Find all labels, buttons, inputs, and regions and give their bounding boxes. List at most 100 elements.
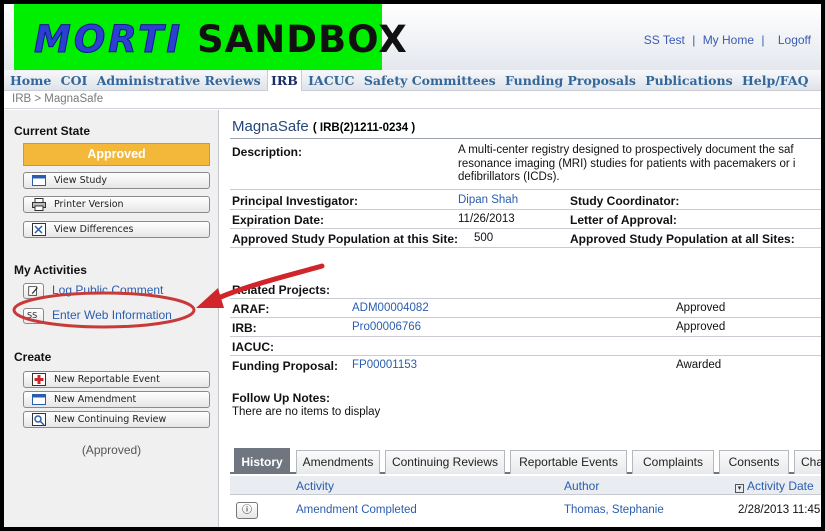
- logo-sandbox: SANDBOX: [197, 18, 408, 61]
- new-reportable-event-label: New Reportable Event: [54, 374, 160, 385]
- column-activity-date[interactable]: ▾ Activity Date: [735, 479, 814, 493]
- logo: MORTI SANDBOX: [14, 4, 407, 70]
- header: MORTI SANDBOX SS Test | My Home | Logoff: [4, 4, 821, 70]
- printer-version-button[interactable]: Printer Version: [23, 196, 210, 213]
- enter-web-information-link[interactable]: SS Enter Web Information: [23, 308, 172, 326]
- my-activities-title: My Activities: [14, 263, 87, 277]
- tab-amendments[interactable]: Amendments: [296, 450, 380, 474]
- log-public-comment-link[interactable]: Log Public Comment: [23, 283, 163, 301]
- nav-funding-proposals[interactable]: Funding Proposals: [502, 70, 639, 88]
- main-content: MagnaSafe ( IRB(2)1211-0234 ) Descriptio…: [222, 110, 821, 527]
- tab-complaints[interactable]: Complaints: [632, 450, 714, 474]
- tab-reportable-events[interactable]: Reportable Events: [510, 450, 627, 474]
- irb-link[interactable]: Pro00006766: [352, 321, 421, 333]
- description-value: A multi-center registry designed to pros…: [458, 144, 796, 183]
- divider: [230, 317, 821, 318]
- window-icon: [32, 175, 46, 186]
- study-coordinator-label: Study Coordinator:: [570, 194, 680, 208]
- pi-link[interactable]: Dipan Shah: [458, 194, 518, 206]
- nav-coi[interactable]: COI: [58, 70, 91, 88]
- create-title: Create: [14, 350, 52, 364]
- status-badge: Approved: [23, 143, 210, 166]
- divider: [230, 228, 821, 229]
- new-reportable-event-button[interactable]: New Reportable Event: [23, 371, 210, 388]
- view-differences-label: View Differences: [54, 224, 134, 235]
- printer-icon: [32, 198, 46, 211]
- current-state-title: Current State: [14, 124, 91, 138]
- irb-label: IRB:: [232, 321, 257, 335]
- nav-publications[interactable]: Publications: [642, 70, 735, 88]
- new-continuing-review-label: New Continuing Review: [54, 414, 167, 425]
- logo-mort: MORTI: [33, 18, 184, 62]
- population-site-value: 500: [474, 232, 494, 244]
- column-activity[interactable]: Activity: [296, 479, 334, 493]
- new-amendment-label: New Amendment: [54, 394, 137, 405]
- sidebar: Current State Approved View Study Printe…: [4, 110, 219, 527]
- divider: [230, 336, 821, 337]
- expiration-value: 11/26/2013: [458, 213, 515, 225]
- top-links: SS Test | My Home | Logoff: [644, 33, 811, 47]
- column-author[interactable]: Author: [564, 479, 599, 493]
- nav-help-faq[interactable]: Help/FAQ: [739, 70, 812, 88]
- nav-administrative-reviews[interactable]: Administrative Reviews: [94, 70, 264, 88]
- main-nav: Home COI Administrative Reviews IRB IACU…: [4, 70, 821, 91]
- breadcrumb[interactable]: IRB > MagnaSafe: [12, 93, 103, 105]
- funding-proposal-status: Awarded: [676, 359, 722, 371]
- followup-title: Follow Up Notes:: [232, 391, 330, 405]
- nav-home[interactable]: Home: [4, 70, 54, 88]
- view-differences-button[interactable]: View Differences: [23, 221, 210, 238]
- araf-link[interactable]: ADM00004082: [352, 302, 429, 314]
- author-link[interactable]: Thomas, Stephanie: [564, 504, 664, 516]
- divider: [230, 189, 821, 190]
- medical-cross-icon: [32, 373, 46, 386]
- new-amendment-button[interactable]: New Amendment: [23, 391, 210, 408]
- funding-proposal-label: Funding Proposal:: [232, 359, 338, 373]
- nav-safety-committees[interactable]: Safety Committees: [361, 70, 499, 88]
- nav-iacuc[interactable]: IACUC: [305, 70, 357, 88]
- study-id: ( IRB(2)1211-0234 ): [312, 122, 416, 134]
- tab-consents[interactable]: Consents: [719, 450, 789, 474]
- differences-icon: [32, 223, 46, 236]
- view-study-button[interactable]: View Study: [23, 172, 210, 189]
- separator: |: [692, 33, 696, 47]
- info-icon[interactable]: ⓘ: [236, 502, 258, 519]
- tab-changes[interactable]: Chang: [794, 450, 821, 474]
- activity-date: 2/28/2013 11:45: [738, 504, 821, 516]
- divider: [230, 209, 821, 210]
- breadcrumb-bar: IRB > MagnaSafe: [4, 91, 821, 109]
- new-continuing-review-button[interactable]: New Continuing Review: [23, 411, 210, 428]
- divider: [230, 138, 821, 139]
- activity-link[interactable]: Amendment Completed: [296, 504, 417, 516]
- pi-label: Principal Investigator:: [232, 194, 359, 208]
- sort-icon: ▾: [735, 484, 744, 493]
- population-all-label: Approved Study Population at all Sites:: [570, 232, 795, 246]
- user-link[interactable]: SS Test: [644, 33, 685, 47]
- followup-empty-text: There are no items to display: [232, 406, 381, 418]
- tab-bar: History Amendments Continuing Reviews Re…: [230, 444, 821, 474]
- iacuc-label: IACUC:: [232, 340, 274, 354]
- window-icon: [32, 394, 46, 405]
- logoff-link[interactable]: Logoff: [778, 33, 811, 47]
- view-study-label: View Study: [54, 175, 107, 186]
- printer-version-label: Printer Version: [54, 199, 124, 210]
- ss-badge-icon: SS: [23, 308, 44, 324]
- sidebar-footer-status: (Approved): [81, 443, 142, 457]
- tab-continuing-reviews[interactable]: Continuing Reviews: [385, 450, 505, 474]
- divider: [230, 355, 821, 356]
- column-activity-date-label: Activity Date: [747, 479, 814, 493]
- irb-status: Approved: [676, 321, 726, 333]
- funding-proposal-link[interactable]: FP00001153: [352, 359, 417, 371]
- enter-web-information-label: Enter Web Information: [52, 308, 172, 323]
- expiration-label: Expiration Date:: [232, 213, 325, 227]
- history-table-header: Activity Author ▾ Activity Date: [230, 476, 821, 495]
- study-name: MagnaSafe: [232, 118, 309, 135]
- app-window: MORTI SANDBOX SS Test | My Home | Logoff…: [4, 4, 821, 527]
- tab-history[interactable]: History: [234, 448, 290, 474]
- my-home-link[interactable]: My Home: [703, 33, 754, 47]
- ss-badge-label: SS: [27, 311, 38, 320]
- nav-irb[interactable]: IRB: [267, 70, 302, 91]
- divider: [230, 298, 821, 299]
- search-document-icon: [32, 413, 46, 426]
- related-projects-title: Related Projects:: [232, 283, 331, 297]
- araf-label: ARAF:: [232, 302, 270, 316]
